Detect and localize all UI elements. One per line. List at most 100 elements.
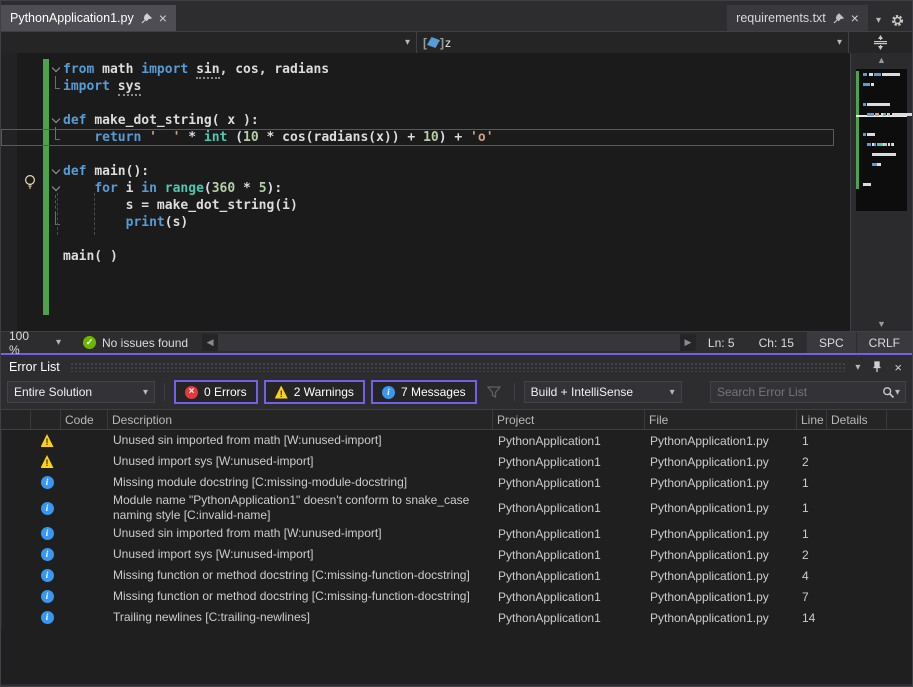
issues-indicator[interactable]: ✓ No issues found: [69, 332, 202, 353]
member-dropdown[interactable]: [] z ▾: [417, 32, 849, 53]
code-line[interactable]: print(s): [1, 214, 850, 231]
project-cell: PythonApplication1: [494, 501, 646, 515]
errors-filter-button[interactable]: × 0 Errors: [174, 380, 258, 404]
close-icon[interactable]: ×: [894, 360, 902, 375]
scroll-down-icon[interactable]: ▼: [851, 319, 912, 329]
error-row[interactable]: iMissing function or method docstring [C…: [1, 565, 912, 586]
code-line[interactable]: s = make_dot_string(i): [1, 197, 850, 214]
minimap-code-line: [863, 183, 871, 186]
error-list-title-bar[interactable]: Error List ▾ ×: [1, 355, 912, 379]
header-file[interactable]: File: [645, 410, 797, 429]
fold-scope-line: [51, 78, 62, 95]
code-line-current[interactable]: return ' ' * int (10 * cos(radians(x)) +…: [1, 129, 834, 146]
code-token: * cos(radians(x)) +: [259, 130, 423, 145]
code-token: ' ': [149, 130, 180, 145]
member-item: [] z: [423, 36, 451, 50]
search-input[interactable]: [711, 385, 882, 399]
pin-icon[interactable]: [872, 361, 882, 373]
line-ending-indicator[interactable]: CRLF: [856, 332, 912, 353]
horizontal-scrollbar[interactable]: ◀ ▶: [202, 334, 696, 351]
header-project[interactable]: Project: [493, 410, 645, 429]
tab-requirements[interactable]: requirements.txt ×: [727, 5, 868, 31]
zoom-dropdown[interactable]: 100 % ▾: [1, 332, 69, 353]
code-line[interactable]: [1, 95, 850, 112]
code-token: sys: [118, 79, 141, 96]
code-line[interactable]: main( ): [1, 248, 850, 265]
source-dropdown[interactable]: Build + IntelliSense ▾: [524, 381, 682, 403]
error-row[interactable]: iUnused import sys [W:unused-import]Pyth…: [1, 544, 912, 565]
error-row[interactable]: !Unused sin imported from math [W:unused…: [1, 430, 912, 451]
header-details[interactable]: Details: [827, 410, 887, 429]
code-editor[interactable]: from math import sin, cos, radiansimport…: [1, 53, 850, 331]
tab-list-chevron-icon[interactable]: ▾: [876, 15, 881, 26]
scroll-left-icon[interactable]: ◀: [202, 337, 218, 348]
code-line[interactable]: [1, 146, 850, 163]
project-cell: PythonApplication1: [494, 527, 646, 541]
error-row[interactable]: iTrailing newlines [C:trailing-newlines]…: [1, 607, 912, 628]
tab-label: requirements.txt: [736, 11, 826, 25]
window-position-chevron-icon[interactable]: ▾: [855, 362, 860, 373]
close-icon[interactable]: ×: [851, 11, 859, 25]
scope-dropdown[interactable]: Entire Solution ▾: [7, 381, 155, 403]
drag-grip[interactable]: [70, 362, 848, 372]
search-options-chevron-icon[interactable]: ▾: [895, 387, 905, 398]
close-icon[interactable]: ×: [159, 11, 167, 25]
error-row[interactable]: iUnused sin imported from math [W:unused…: [1, 523, 912, 544]
pin-icon[interactable]: [141, 13, 152, 24]
code-line[interactable]: from math import sin, cos, radians: [1, 61, 850, 78]
messages-filter-button[interactable]: i 7 Messages: [371, 380, 477, 404]
file-cell: PythonApplication1.py: [646, 548, 798, 562]
header-line[interactable]: Line: [797, 410, 827, 429]
severity-icon-cell: !: [32, 455, 62, 468]
code-token: from: [63, 62, 102, 77]
scroll-right-icon[interactable]: ▶: [680, 337, 696, 348]
search-icon[interactable]: [882, 386, 895, 399]
minimap[interactable]: [856, 69, 907, 211]
split-editor-icon[interactable]: [873, 35, 888, 50]
description-cell: Unused import sys [W:unused-import]: [109, 547, 494, 562]
filter-icon[interactable]: [487, 385, 501, 399]
code-line[interactable]: for i in range(360 * 5):: [1, 180, 850, 197]
code-token: *: [180, 130, 203, 145]
minimap-code-line: [867, 133, 875, 136]
header-code[interactable]: Code: [61, 410, 108, 429]
fold-collapse-icon[interactable]: [51, 163, 62, 180]
code-line[interactable]: def make_dot_string( x ):: [1, 112, 850, 129]
warnings-count-label: 2 Warnings: [294, 385, 354, 399]
error-table-rows: !Unused sin imported from math [W:unused…: [1, 430, 912, 684]
scroll-up-icon[interactable]: ▲: [851, 55, 912, 65]
code-line[interactable]: [1, 231, 850, 248]
gear-icon[interactable]: [891, 14, 904, 27]
code-line[interactable]: import sys: [1, 78, 850, 95]
code-line[interactable]: def main():: [1, 163, 850, 180]
severity-icon-cell: i: [32, 611, 62, 624]
minimap-scrollbar[interactable]: ▲ ▼: [850, 53, 912, 331]
tab-python-application[interactable]: PythonApplication1.py ×: [1, 5, 176, 31]
code-token: 10: [243, 130, 259, 145]
line-cell: 7: [798, 590, 828, 604]
description-cell: Module name "PythonApplication1" doesn't…: [109, 493, 494, 523]
project-dropdown[interactable]: ▾: [1, 32, 417, 53]
tab-label: PythonApplication1.py: [10, 11, 134, 25]
code-token: import: [63, 79, 118, 94]
warning-icon: !: [41, 455, 54, 468]
pin-icon[interactable]: [833, 13, 844, 24]
error-row[interactable]: !Unused import sys [W:unused-import]Pyth…: [1, 451, 912, 472]
error-row[interactable]: iMissing module docstring [C:missing-mod…: [1, 472, 912, 493]
line-cell: 1: [798, 501, 828, 515]
severity-icon-cell: i: [32, 476, 62, 489]
warnings-filter-button[interactable]: ! 2 Warnings: [264, 380, 365, 404]
scrollbar-track[interactable]: [218, 334, 680, 351]
minimap-code-line: [872, 153, 896, 156]
file-cell: PythonApplication1.py: [646, 434, 798, 448]
file-cell: PythonApplication1.py: [646, 501, 798, 515]
header-description[interactable]: Description: [108, 410, 493, 429]
search-box[interactable]: ▾: [710, 381, 906, 403]
error-row[interactable]: iMissing function or method docstring [C…: [1, 586, 912, 607]
space-mode-indicator[interactable]: SPC: [806, 332, 856, 353]
minimap-code-line: [874, 143, 876, 146]
line-indicator: Ln: 5: [696, 332, 747, 353]
header-severity: [31, 410, 61, 429]
error-row[interactable]: iModule name "PythonApplication1" doesn'…: [1, 493, 912, 523]
info-icon: i: [41, 476, 54, 489]
